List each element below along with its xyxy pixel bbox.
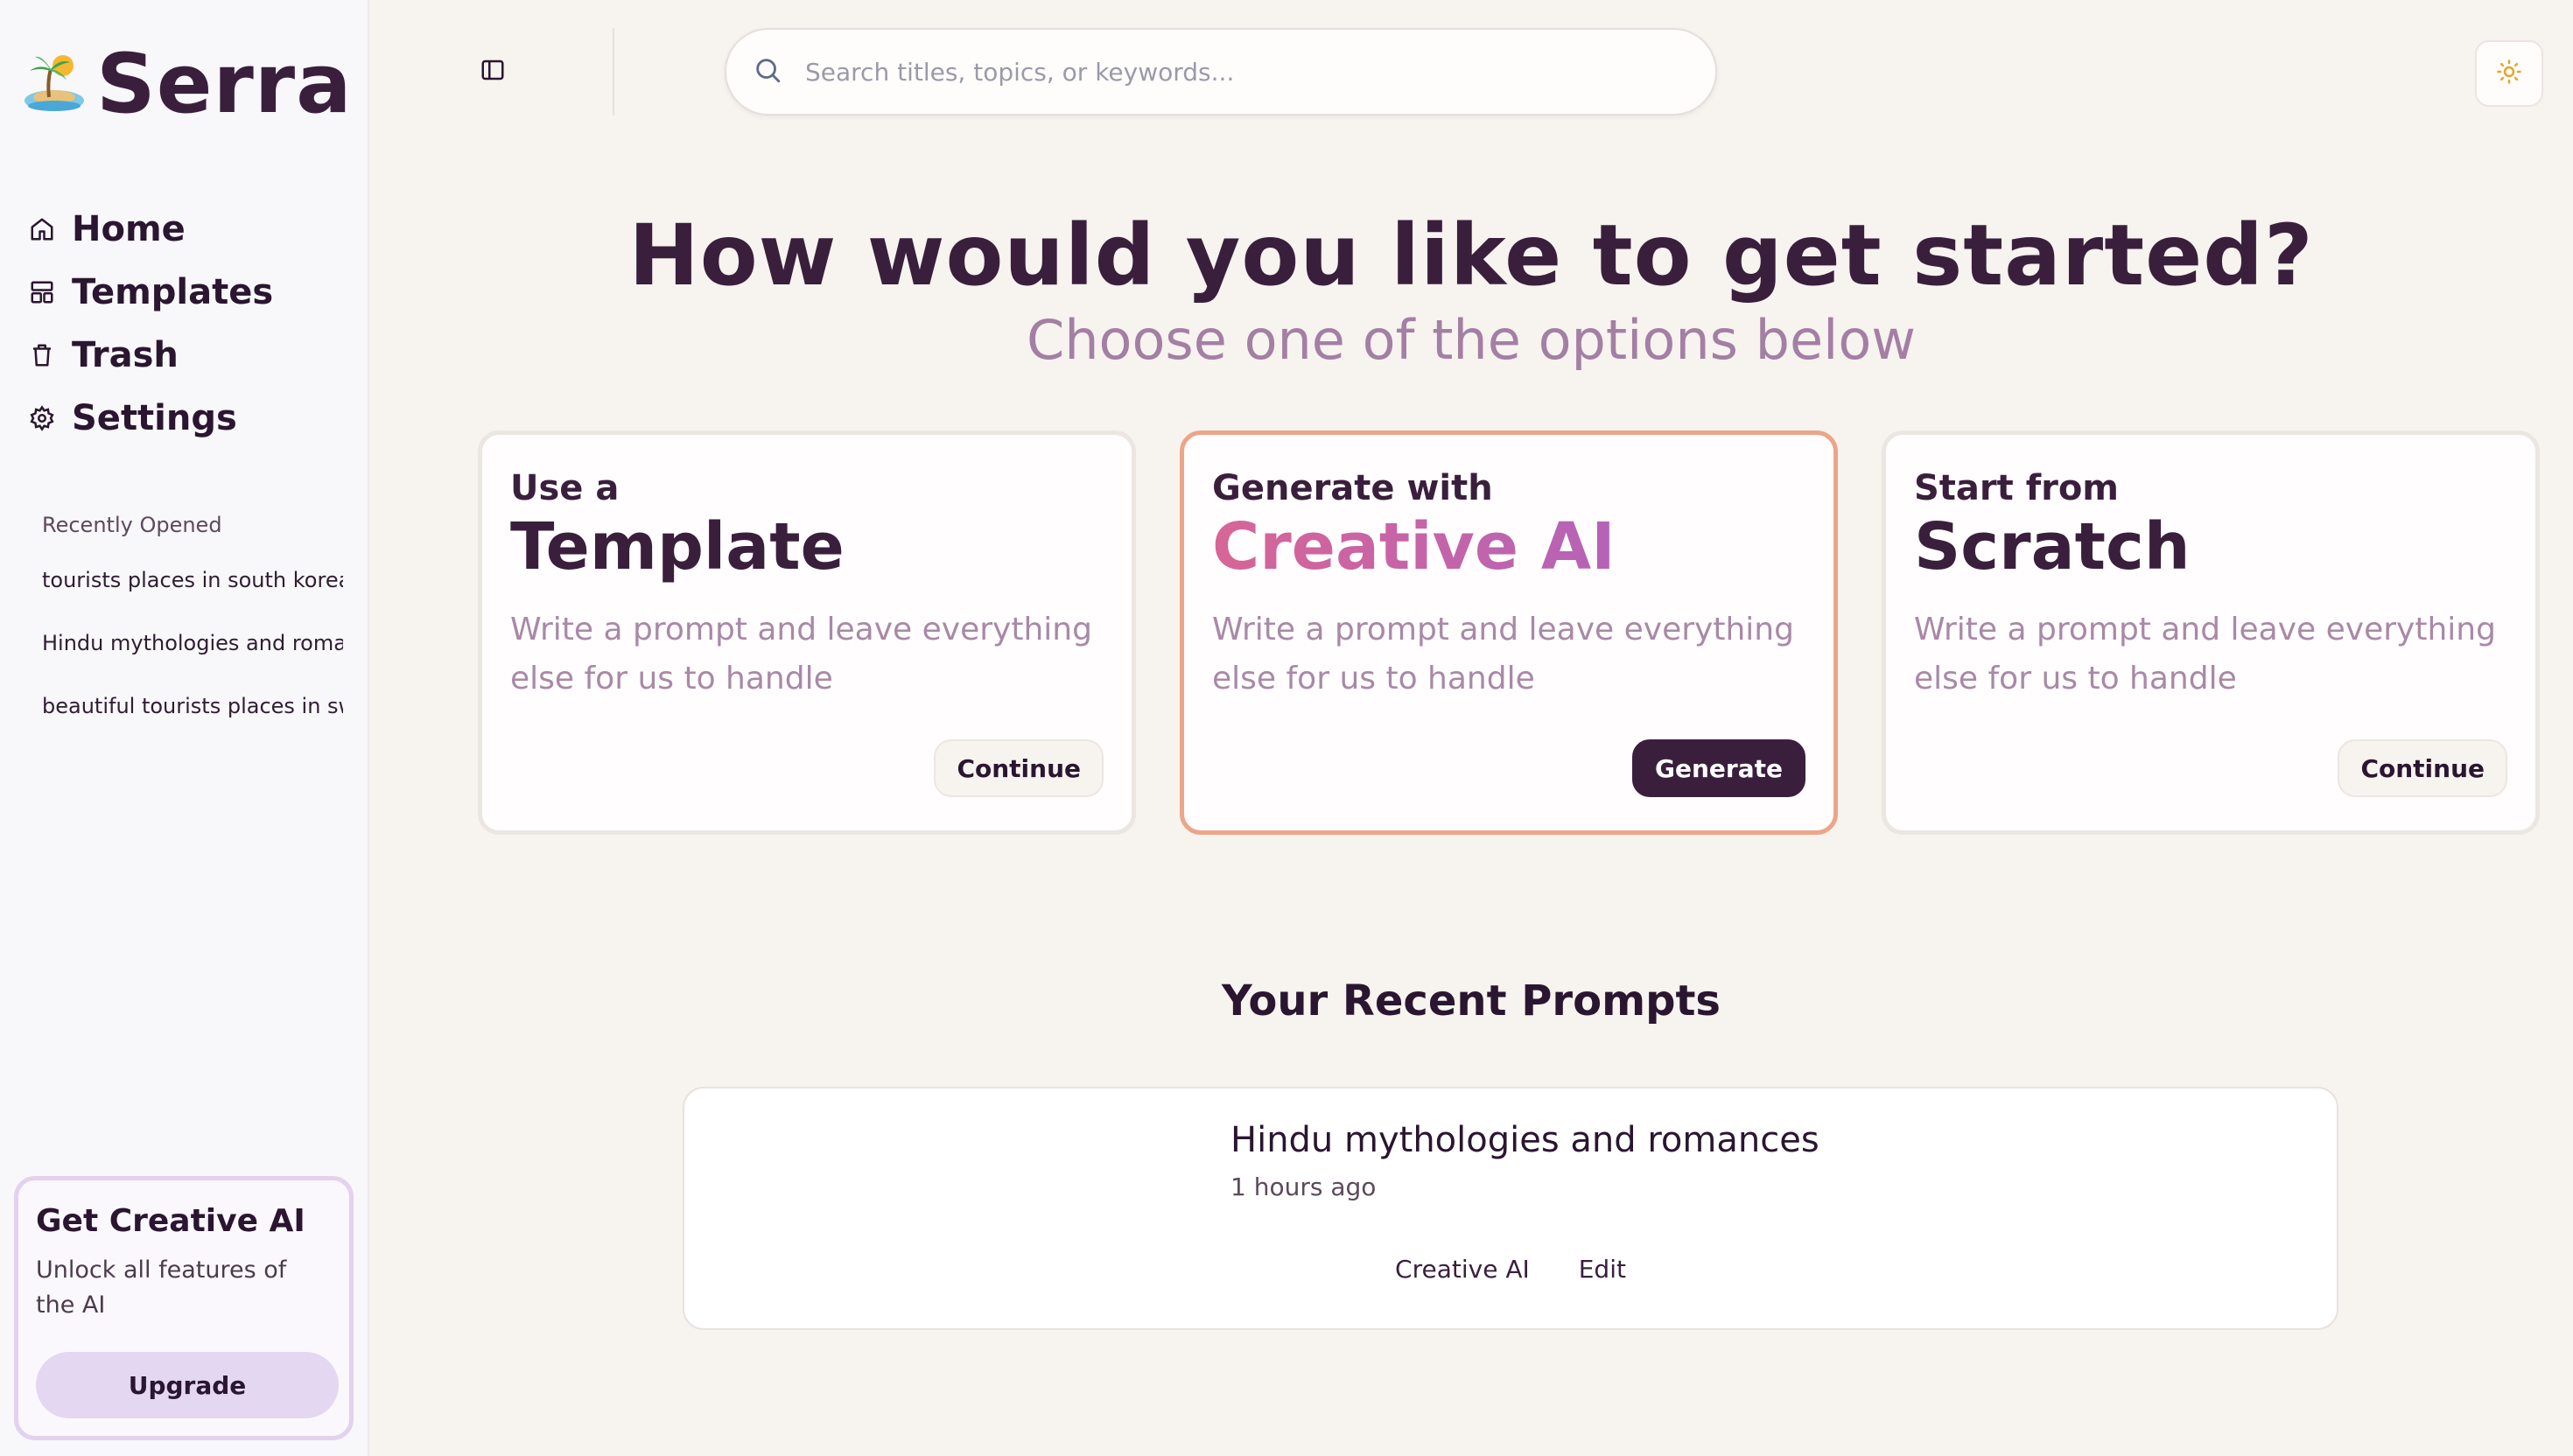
upgrade-button[interactable]: Upgrade <box>36 1352 339 1418</box>
search-icon <box>753 55 805 88</box>
recent-item[interactable]: beautiful tourists places in switzerland <box>42 691 343 754</box>
card-pretitle: Use a <box>510 468 620 508</box>
sidebar-item-label: Home <box>72 209 186 249</box>
option-card-scratch[interactable]: Start from Scratch Write a prompt and le… <box>1882 430 2540 835</box>
search-input[interactable] <box>805 57 1715 87</box>
sidebar-toggle-button[interactable] <box>473 54 513 89</box>
continue-button[interactable]: Continue <box>2338 739 2507 797</box>
sidebar-toggle-icon <box>480 57 506 87</box>
prompt-title: Hindu mythologies and romances <box>1230 1120 1819 1160</box>
gear-icon <box>26 402 58 434</box>
page-subtitle: Choose one of the options below <box>1026 308 1917 372</box>
app-logo[interactable]: Serra <box>21 44 353 126</box>
card-pretitle: Start from <box>1914 468 2119 508</box>
recent-item[interactable]: tourists places in south korea <box>42 565 343 628</box>
island-logo-icon <box>21 48 91 122</box>
card-title: Scratch <box>1914 509 2191 584</box>
theme-toggle-button[interactable] <box>2475 40 2543 107</box>
card-description: Write a prompt and leave everything else… <box>1212 612 1794 697</box>
sun-icon <box>2496 59 2522 88</box>
upgrade-promo-card: Get Creative AI Unlock all features of t… <box>14 1176 354 1440</box>
page-title: How would you like to get started? <box>628 206 2314 304</box>
prompt-tag-creative-ai[interactable]: Creative AI <box>1395 1255 1530 1284</box>
option-card-creative-ai[interactable]: Generate with Creative AI Write a prompt… <box>1180 430 1838 835</box>
sidebar-item-label: Trash <box>72 335 179 375</box>
recent-item[interactable]: Hindu mythologies and romances <box>42 628 343 691</box>
recent-prompts-heading: Your Recent Prompts <box>1222 976 1721 1026</box>
edit-prompt-button[interactable]: Edit <box>1579 1255 1626 1284</box>
trash-icon <box>26 340 58 371</box>
prompt-timestamp: 1 hours ago <box>1230 1172 1377 1201</box>
generate-button[interactable]: Generate <box>1632 739 1805 797</box>
sidebar: Serra Home Templates Trash Settings Rece… <box>0 0 369 1456</box>
sidebar-item-trash[interactable]: Trash <box>26 324 273 387</box>
app-name: Serra <box>96 37 353 132</box>
sidebar-item-home[interactable]: Home <box>26 198 273 261</box>
sidebar-item-templates[interactable]: Templates <box>26 261 273 324</box>
recently-opened-heading: Recently Opened <box>42 513 222 537</box>
sidebar-item-settings[interactable]: Settings <box>26 387 273 450</box>
sidebar-nav: Home Templates Trash Settings <box>26 198 273 450</box>
option-card-template[interactable]: Use a Template Write a prompt and leave … <box>478 430 1136 835</box>
sidebar-item-label: Templates <box>72 272 274 312</box>
card-description: Write a prompt and leave everything else… <box>1914 612 2496 697</box>
sidebar-item-label: Settings <box>72 398 237 438</box>
topbar-divider <box>613 28 614 116</box>
search-bar[interactable] <box>725 28 1717 116</box>
promo-title: Get Creative AI <box>36 1203 305 1239</box>
promo-description: Unlock all features of the AI <box>36 1256 287 1319</box>
continue-button[interactable]: Continue <box>934 739 1104 797</box>
card-pretitle: Generate with <box>1212 468 1493 508</box>
prompt-actions: Creative AI Edit <box>684 1255 2337 1284</box>
card-description: Write a prompt and leave everything else… <box>510 612 1092 697</box>
recent-prompt-card[interactable]: Hindu mythologies and romances 1 hours a… <box>683 1087 2338 1330</box>
recently-opened-list: tourists places in south korea Hindu myt… <box>42 565 343 754</box>
card-title: Creative AI <box>1212 511 1805 583</box>
home-icon <box>26 214 58 245</box>
templates-icon <box>26 276 58 308</box>
card-title: Template <box>510 509 845 584</box>
